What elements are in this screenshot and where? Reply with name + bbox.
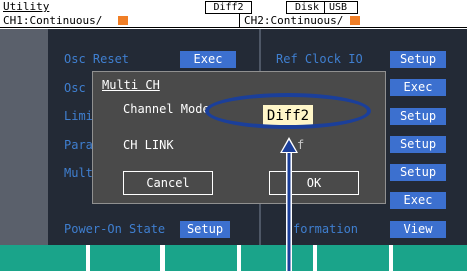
screen: Utility Diff2 Disk USB CH1:Continuous/ C…	[0, 0, 467, 271]
callout-arrow	[280, 137, 298, 271]
